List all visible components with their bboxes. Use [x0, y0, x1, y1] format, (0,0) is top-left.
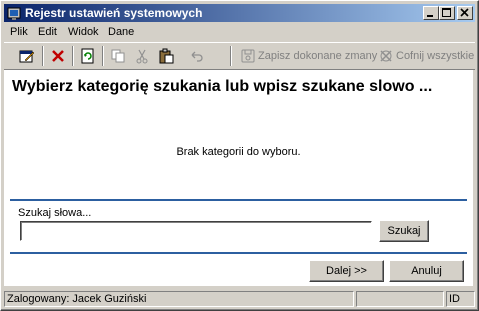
menu-widok[interactable]: Widok [68, 26, 99, 38]
toolbar: Zapisz dokonane zmany Cofnij wszystkie [4, 42, 475, 70]
next-button[interactable]: Dalej >> [309, 260, 384, 282]
status-pane [356, 291, 444, 307]
refresh-button[interactable] [78, 46, 98, 66]
search-label: Szukaj słowa... [18, 207, 92, 219]
refresh-icon [81, 48, 94, 64]
toolbar-separator [230, 46, 232, 66]
cut-icon [136, 49, 148, 64]
title-bar[interactable]: Rejestr ustawień systemowych [4, 4, 475, 22]
menu-edit[interactable]: Edit [38, 26, 57, 38]
maximize-button[interactable] [439, 6, 455, 20]
divider [10, 252, 467, 254]
status-bar: Zalogowany: Jacek Guziński ID [4, 290, 475, 308]
save-disk-icon [241, 49, 255, 63]
cancel-button[interactable]: Anuluj [389, 260, 464, 282]
window-title: Rejestr ustawień systemowych [25, 6, 203, 20]
undo-all-label: Cofnij wszystkie [396, 50, 475, 62]
copy-button[interactable] [108, 46, 128, 66]
edit-properties-icon [19, 50, 35, 63]
menu-plik[interactable]: Plik [10, 26, 28, 38]
menu-bar: Plik Edit Widok Dane [4, 24, 475, 42]
cut-button[interactable] [132, 46, 152, 66]
undo-all-button[interactable]: Cofnij wszystkie [378, 46, 474, 66]
search-input[interactable] [20, 221, 372, 241]
undo-icon [191, 51, 203, 62]
save-changes-label: Zapisz dokonane zmany [258, 50, 378, 62]
maximize-icon [442, 8, 451, 17]
app-icon [7, 7, 21, 20]
toolbar-separator [72, 46, 74, 66]
page-title: Wybierz kategorię szukania lub wpisz szu… [12, 78, 433, 95]
delete-icon [52, 50, 64, 62]
paste-icon [159, 48, 174, 64]
search-button[interactable]: Szukaj [379, 220, 429, 242]
paste-button[interactable] [156, 46, 176, 66]
delete-button[interactable] [48, 46, 68, 66]
toolbar-separator [102, 46, 104, 66]
undo-all-icon [380, 50, 392, 62]
empty-categories-message: Brak kategorii do wyboru. [176, 146, 301, 158]
status-id: ID [446, 291, 475, 307]
divider [10, 199, 467, 201]
close-icon [460, 8, 469, 17]
main-panel: Wybierz kategorię szukania lub wpisz szu… [4, 70, 473, 286]
main-window: Rejestr ustawień systemowych Plik Edit W… [0, 0, 479, 311]
undo-button[interactable] [186, 46, 206, 66]
save-changes-button[interactable]: Zapisz dokonane zmany [240, 46, 377, 66]
edit-properties-button[interactable] [17, 46, 37, 66]
minimize-icon [427, 15, 433, 17]
toolbar-separator [42, 46, 44, 66]
menu-dane[interactable]: Dane [108, 26, 134, 38]
status-user: Zalogowany: Jacek Guziński [4, 291, 354, 307]
minimize-button[interactable] [423, 6, 439, 20]
copy-icon [111, 49, 125, 63]
close-button[interactable] [457, 6, 473, 20]
